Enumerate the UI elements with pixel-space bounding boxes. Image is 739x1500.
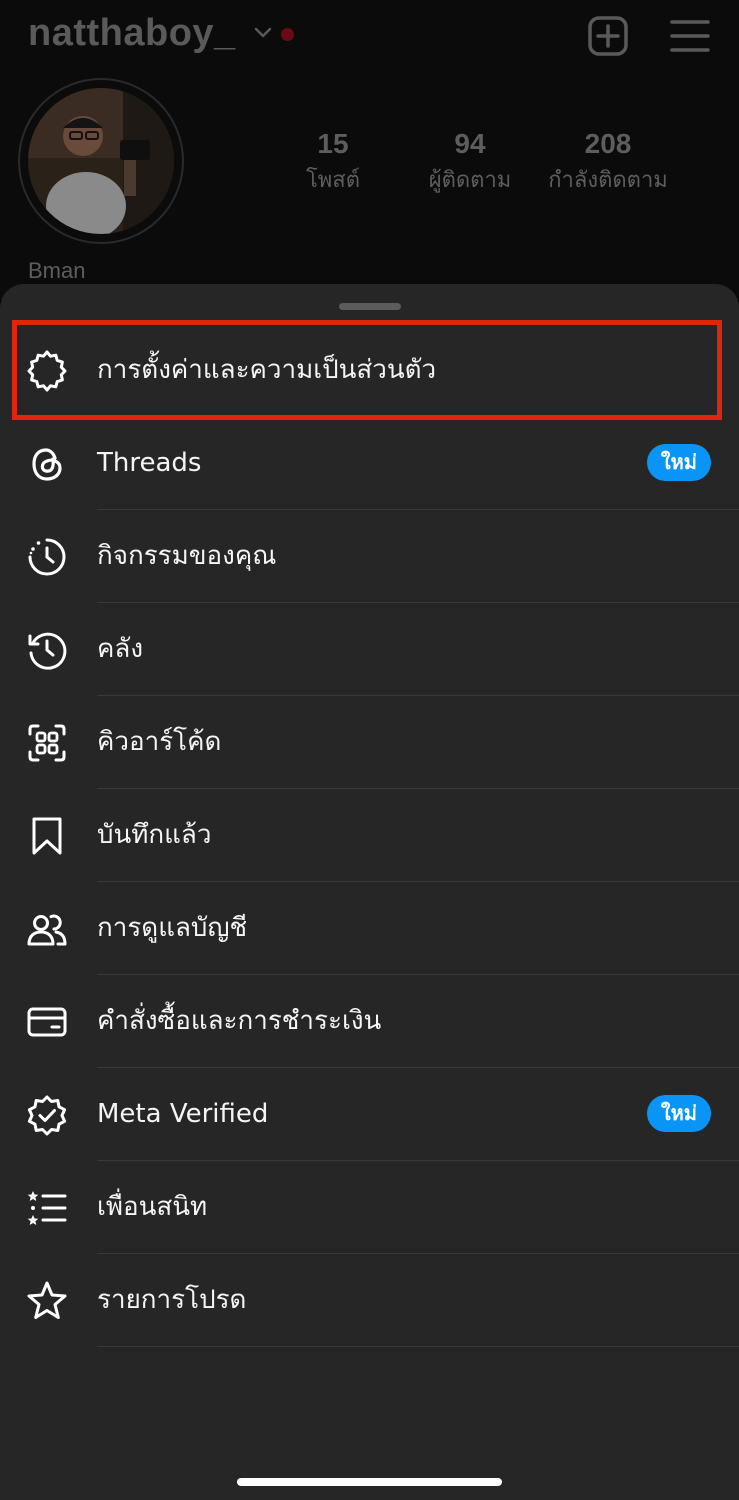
menu-item-label: การดูแลบัญชี [97, 913, 248, 943]
posts-label: โพสต์ [305, 168, 361, 193]
menu-item-saved[interactable]: บันทึกแล้ว [0, 789, 739, 882]
menu-item-supervision[interactable]: การดูแลบัญชี [0, 882, 739, 975]
full-name: Bman [28, 258, 86, 283]
new-badge: ใหม่ [646, 1095, 711, 1132]
menu-item-close-friends[interactable]: เพื่อนสนิท [0, 1161, 739, 1254]
menu-item-label: คลัง [97, 634, 144, 664]
followers-label: ผู้ติดตาม [428, 168, 512, 193]
chevron-down-icon[interactable] [253, 22, 273, 42]
menu-item-meta-verified[interactable]: Meta Verified ใหม่ [0, 1068, 739, 1161]
menu-item-threads[interactable]: Threads ใหม่ [0, 417, 739, 510]
close-friends-icon [27, 1191, 67, 1225]
menu-item-label: บันทึกแล้ว [97, 820, 212, 850]
menu-item-label: คำสั่งซื้อและการชำระเงิน [97, 1006, 382, 1036]
menu-item-qr-code[interactable]: คิวอาร์โค้ด [0, 696, 739, 789]
menu-item-label: กิจกรรมของคุณ [97, 541, 277, 571]
new-badge: ใหม่ [646, 444, 711, 481]
username[interactable]: natthaboy_ [28, 12, 236, 55]
create-post-icon[interactable] [586, 14, 630, 58]
posts-stat[interactable]: 15 โพสต์ [263, 128, 403, 197]
following-label: กำลังติดตาม [548, 168, 668, 193]
threads-icon [32, 448, 62, 481]
menu-item-archive[interactable]: คลัง [0, 603, 739, 696]
notification-dot [281, 28, 294, 41]
verified-badge-icon [27, 1095, 67, 1136]
menu-item-orders-payments[interactable]: คำสั่งซื้อและการชำระเงิน [0, 975, 739, 1068]
activity-icon [28, 538, 66, 576]
menu-item-label: Meta Verified [97, 1099, 269, 1129]
menu-item-label: คิวอาร์โค้ด [97, 727, 222, 757]
posts-count: 15 [317, 128, 349, 159]
home-indicator[interactable] [237, 1478, 502, 1486]
card-icon [27, 1007, 67, 1037]
menu-list: การตั้งค่าและความเป็นส่วนตัว Threads ใหม… [0, 324, 739, 1347]
divider [97, 1346, 739, 1347]
hamburger-menu-icon[interactable] [668, 14, 712, 58]
supervision-icon [27, 914, 67, 946]
star-icon [27, 1281, 67, 1319]
profile-header: natthaboy_ 15 โพสต์ 94 ผู้ติดตาม 208 กำล… [0, 0, 739, 300]
followers-stat[interactable]: 94 ผู้ติดตาม [400, 128, 540, 197]
menu-item-label: Threads [97, 448, 202, 478]
avatar[interactable] [28, 88, 174, 234]
menu-item-label: รายการโปรด [97, 1285, 247, 1315]
bookmark-icon [32, 817, 62, 855]
archive-icon [28, 632, 67, 670]
qr-code-icon [28, 724, 66, 762]
followers-count: 94 [454, 128, 486, 159]
menu-sheet: การตั้งค่าและความเป็นส่วนตัว Threads ใหม… [0, 284, 739, 1500]
menu-item-favorites[interactable]: รายการโปรด [0, 1254, 739, 1347]
following-stat[interactable]: 208 กำลังติดตาม [538, 128, 678, 197]
sheet-grabber[interactable] [339, 303, 401, 310]
menu-item-your-activity[interactable]: กิจกรรมของคุณ [0, 510, 739, 603]
highlight-box [12, 320, 722, 420]
following-count: 208 [584, 128, 632, 159]
menu-item-label: เพื่อนสนิท [97, 1192, 208, 1222]
